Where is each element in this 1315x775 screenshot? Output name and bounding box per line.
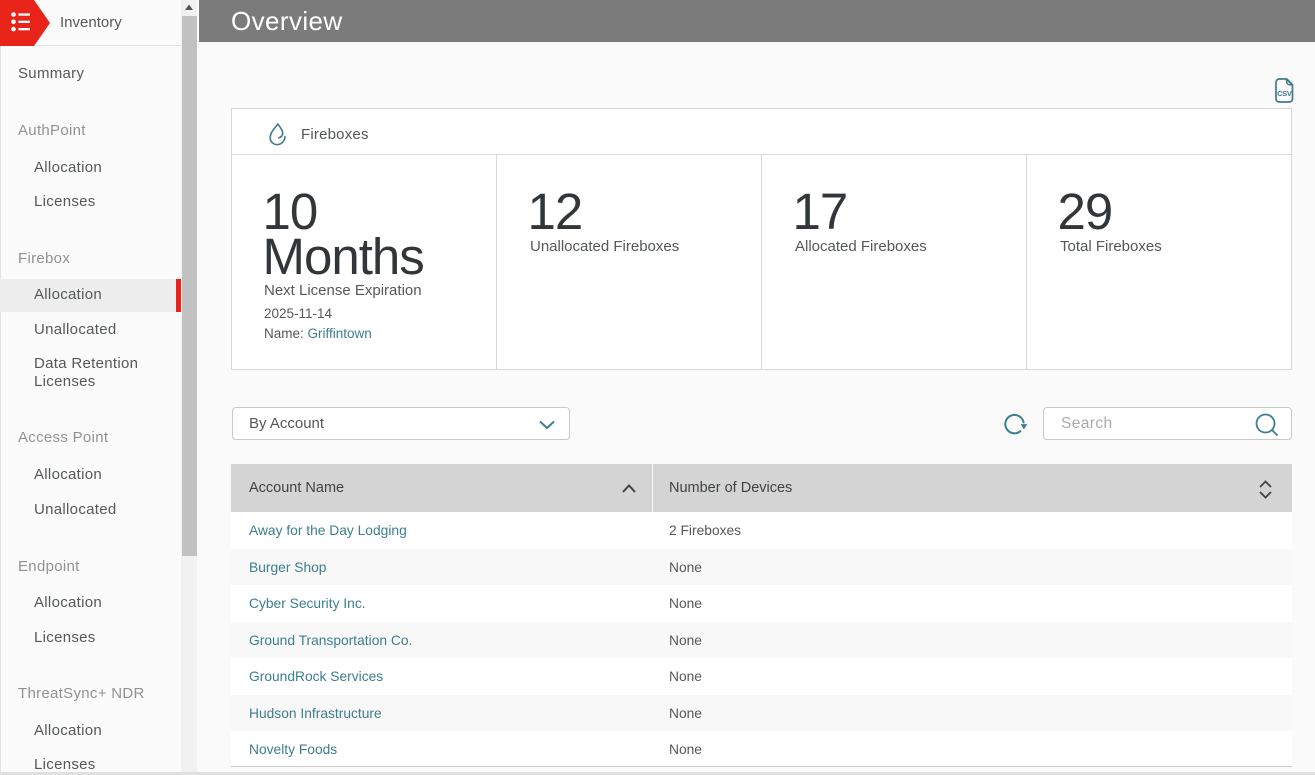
svg-text:CSV: CSV bbox=[1277, 89, 1293, 98]
